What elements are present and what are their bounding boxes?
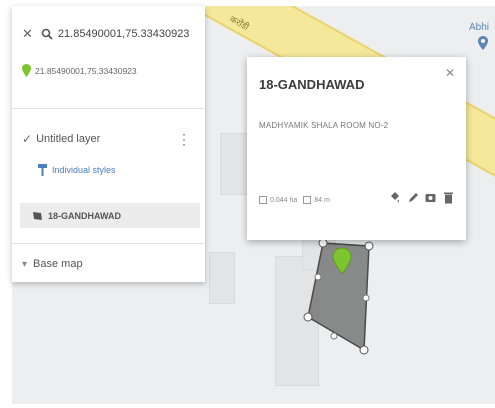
search-result-row: ✕ 21.85490001,75.33430923 <box>22 26 189 42</box>
search-icon <box>41 28 53 40</box>
delete-icon[interactable] <box>443 191 454 204</box>
midpoint-handle[interactable] <box>314 273 322 281</box>
popup-title: 18-GANDHAWAD <box>259 77 365 92</box>
base-map-label: Base map <box>33 258 83 270</box>
vertex-handle[interactable] <box>318 238 328 248</box>
feature-info-popup: 18-GANDHAWAD ✕ MADHYAMIK SHALA ROOM NO-2… <box>247 57 466 240</box>
midpoint-handle[interactable] <box>362 294 370 302</box>
divider <box>12 243 205 244</box>
polygon-icon <box>33 211 42 220</box>
layer-header[interactable]: ✓ Untitled layer <box>22 132 100 146</box>
measurements: 0.044 ha 84 m <box>259 196 330 204</box>
popup-toolbar <box>389 191 454 204</box>
layer-name[interactable]: Untitled layer <box>36 133 100 145</box>
area-icon <box>259 196 267 204</box>
perimeter-icon <box>303 196 312 204</box>
layers-panel: ✕ 21.85490001,75.33430923 21.85490001,75… <box>12 6 205 282</box>
paint-roller-icon <box>38 164 47 176</box>
search-result-coordinates: 21.85490001,75.33430923 <box>35 65 137 76</box>
vertex-handle[interactable] <box>359 345 369 355</box>
paint-bucket-icon[interactable] <box>389 191 400 204</box>
vertex-handle[interactable] <box>303 312 313 322</box>
close-icon[interactable]: ✕ <box>445 66 455 80</box>
close-icon[interactable]: ✕ <box>22 26 33 42</box>
camera-icon[interactable] <box>425 191 436 204</box>
chevron-down-icon: ▾ <box>22 258 28 270</box>
midpoint-handle[interactable] <box>330 332 338 340</box>
edit-pencil-icon[interactable] <box>407 191 418 204</box>
checkbox-checked-icon[interactable]: ✓ <box>22 132 32 146</box>
popup-description: MADHYAMIK SHALA ROOM NO-2 <box>259 121 389 130</box>
area-value: 0.044 ha <box>270 196 298 204</box>
search-query[interactable]: 21.85490001,75.33430923 <box>58 28 190 40</box>
base-map-toggle[interactable]: ▾ Base map <box>22 258 83 270</box>
search-result-item[interactable]: 21.85490001,75.33430923 <box>22 64 137 77</box>
individual-styles-label: Individual styles <box>52 165 116 175</box>
feature-item-gandhawad[interactable]: 18-GANDHAWAD <box>20 203 200 228</box>
vertex-handle[interactable] <box>364 241 374 251</box>
location-pin-icon <box>22 64 31 77</box>
feature-label: 18-GANDHAWAD <box>48 210 122 221</box>
more-options-icon[interactable]: ⋮ <box>177 132 191 146</box>
individual-styles-link[interactable]: Individual styles <box>38 164 116 176</box>
perimeter-value: 84 m <box>314 196 330 204</box>
divider <box>12 108 205 109</box>
